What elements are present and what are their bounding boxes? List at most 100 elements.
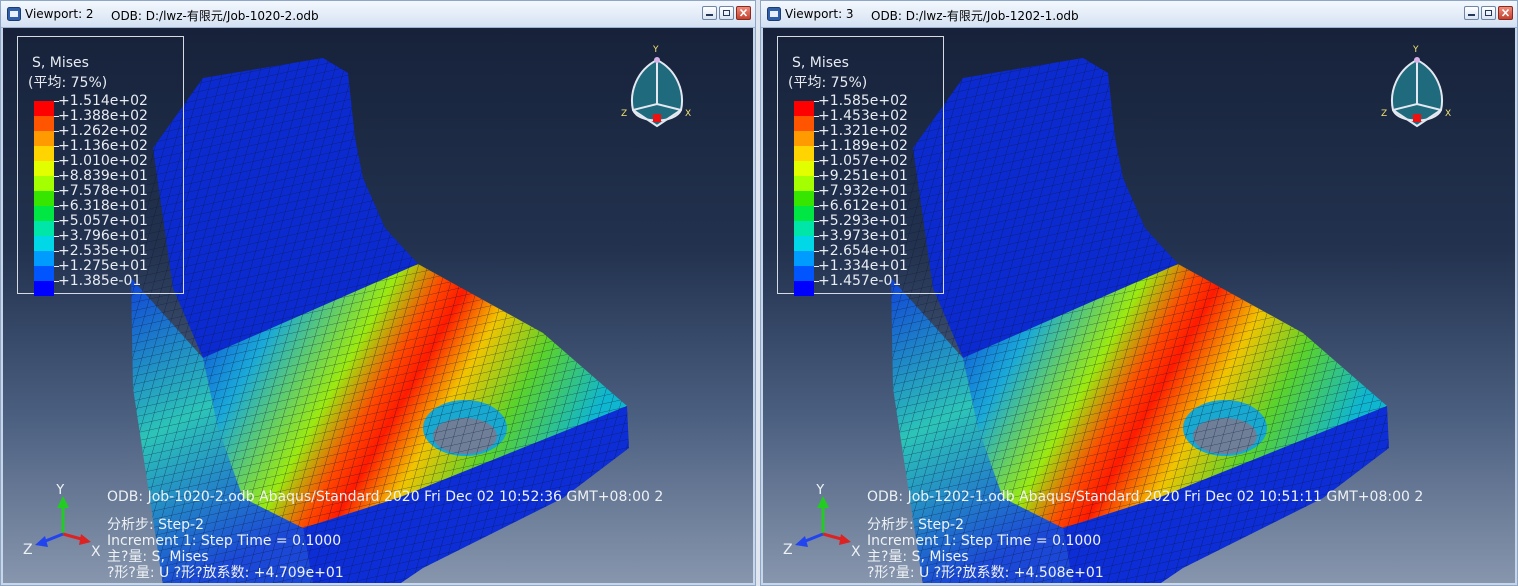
legend-swatch [34,116,54,131]
legend-value: +1.262e+02 [58,123,148,139]
legend-swatch [34,281,54,296]
viewport-2-titlebar[interactable]: Viewport: 2 ODB: D:/lwz-有限元/Job-1020-2.o… [1,1,755,28]
legend-swatch [794,131,814,146]
legend-swatch [34,131,54,146]
legend-swatch [794,251,814,266]
close-icon [739,8,748,17]
legend-swatch [34,221,54,236]
legend-swatch [34,251,54,266]
viewport-icon [7,7,21,21]
viewport-3-titlebar[interactable]: Viewport: 3 ODB: D:/lwz-有限元/Job-1202-1.o… [761,1,1517,28]
viewport-odb-path: ODB: D:/lwz-有限元/Job-1202-1.odb [871,9,1079,23]
minimize-icon [1468,14,1475,16]
close-button[interactable] [1498,6,1513,20]
legend-swatch [794,221,814,236]
legend-value: +7.578e+01 [58,183,148,199]
legend-value: +1.453e+02 [818,108,908,124]
legend-swatch [794,146,814,161]
step-info-line: 分析步: Step-2 [867,517,965,533]
cube-x-label: X [1445,109,1451,119]
legend-swatch [794,161,814,176]
triad-x-label: X [851,544,861,560]
legend-value: +1.189e+02 [818,138,908,154]
viewport-2[interactable]: Viewport: 2 ODB: D:/lwz-有限元/Job-1020-2.o… [0,0,756,586]
viewport-icon [767,7,781,21]
legend-title: S, Mises [792,55,849,71]
deform-var-line: ?形?量: U ?形?放系数: +4.709e+01 [107,565,344,581]
cube-z-label: Z [621,109,627,119]
legend-value: +1.275e+01 [58,258,148,274]
legend-subtitle: (平均: 75%) [788,75,868,91]
legend-value: +8.839e+01 [58,168,148,184]
step-info-line: 分析步: Step-2 [107,517,205,533]
legend-swatch [34,101,54,116]
primary-var-line: 主?量: S, Mises [107,549,209,565]
legend-swatch [794,236,814,251]
legend-swatch [794,116,814,131]
viewport-3[interactable]: Viewport: 3 ODB: D:/lwz-有限元/Job-1202-1.o… [760,0,1518,586]
restore-icon [723,10,730,16]
legend-swatch [794,101,814,116]
cube-x-label: X [685,109,691,119]
legend-value: +5.057e+01 [58,213,148,229]
legend-value: +1.585e+02 [818,93,908,109]
close-button[interactable] [736,6,751,20]
legend-value: +3.796e+01 [58,228,148,244]
cube-y-label: Y [1412,45,1419,55]
legend-value: +1.136e+02 [58,138,148,154]
legend-value: +7.932e+01 [818,183,908,199]
restore-button[interactable] [719,6,734,20]
close-icon [1501,8,1510,17]
viewport-title: Viewport: 2 [25,7,94,21]
triad-icon: Y X Z [23,484,101,560]
triad-x-label: X [91,544,101,560]
legend-color-bar [794,101,814,296]
legend-subtitle: (平均: 75%) [28,75,108,91]
restore-button[interactable] [1481,6,1496,20]
legend-value: +1.010e+02 [58,153,148,169]
legend-swatch [34,161,54,176]
legend-swatch [34,146,54,161]
minimize-button[interactable] [702,6,717,20]
legend-value: +1.388e+02 [58,108,148,124]
legend-value: +3.973e+01 [818,228,908,244]
triad-icon: Y X Z [783,484,861,560]
increment-info-line: Increment 1: Step Time = 0.1000 [867,533,1102,549]
legend-value: +1.385e-01 [58,273,142,289]
primary-var-line: 主?量: S, Mises [867,549,969,565]
legend-value: +1.457e-01 [818,273,902,289]
legend-value: +2.535e+01 [58,243,148,259]
legend-swatch [34,206,54,221]
legend-value: +1.514e+02 [58,93,148,109]
minimize-button[interactable] [1464,6,1479,20]
legend-value: +1.334e+01 [818,258,908,274]
legend-swatch [34,191,54,206]
legend-color-bar [34,101,54,296]
minimize-icon [706,14,713,16]
legend-value: +1.321e+02 [818,123,908,139]
legend-swatch [34,266,54,281]
viewport-title: Viewport: 3 [785,7,854,21]
viewport-3-canvas[interactable]: S, Mises (平均: 75%) +1.585e+02 +1.453e+02 [763,28,1515,583]
legend-value: +5.293e+01 [818,213,908,229]
legend-value: +2.654e+01 [818,243,908,259]
legend-value: +1.057e+02 [818,153,908,169]
odb-info-line: ODB: Job-1202-1.odb Abaqus/Standard 2020… [867,489,1424,505]
legend-value: +6.612e+01 [818,198,908,214]
restore-icon [1485,10,1492,16]
viewport-odb-path: ODB: D:/lwz-有限元/Job-1020-2.odb [111,9,319,23]
legend-title: S, Mises [32,55,89,71]
legend-swatch [794,191,814,206]
triad-z-label: Z [23,542,33,558]
deform-var-line: ?形?量: U ?形?放系数: +4.508e+01 [867,565,1104,581]
triad-y-label: Y [55,484,65,498]
triad-y-label: Y [815,484,825,498]
view-cube-icon[interactable]: Y Z X [619,42,695,138]
legend-swatch [794,266,814,281]
legend-swatch [794,206,814,221]
viewport-2-canvas[interactable]: S, Mises (平均: 75%) +1.514e+02 +1.388e+02 [3,28,753,583]
view-cube-icon[interactable]: Y Z X [1379,42,1455,138]
legend-swatch [794,281,814,296]
legend-swatch [794,176,814,191]
legend-value: +6.318e+01 [58,198,148,214]
